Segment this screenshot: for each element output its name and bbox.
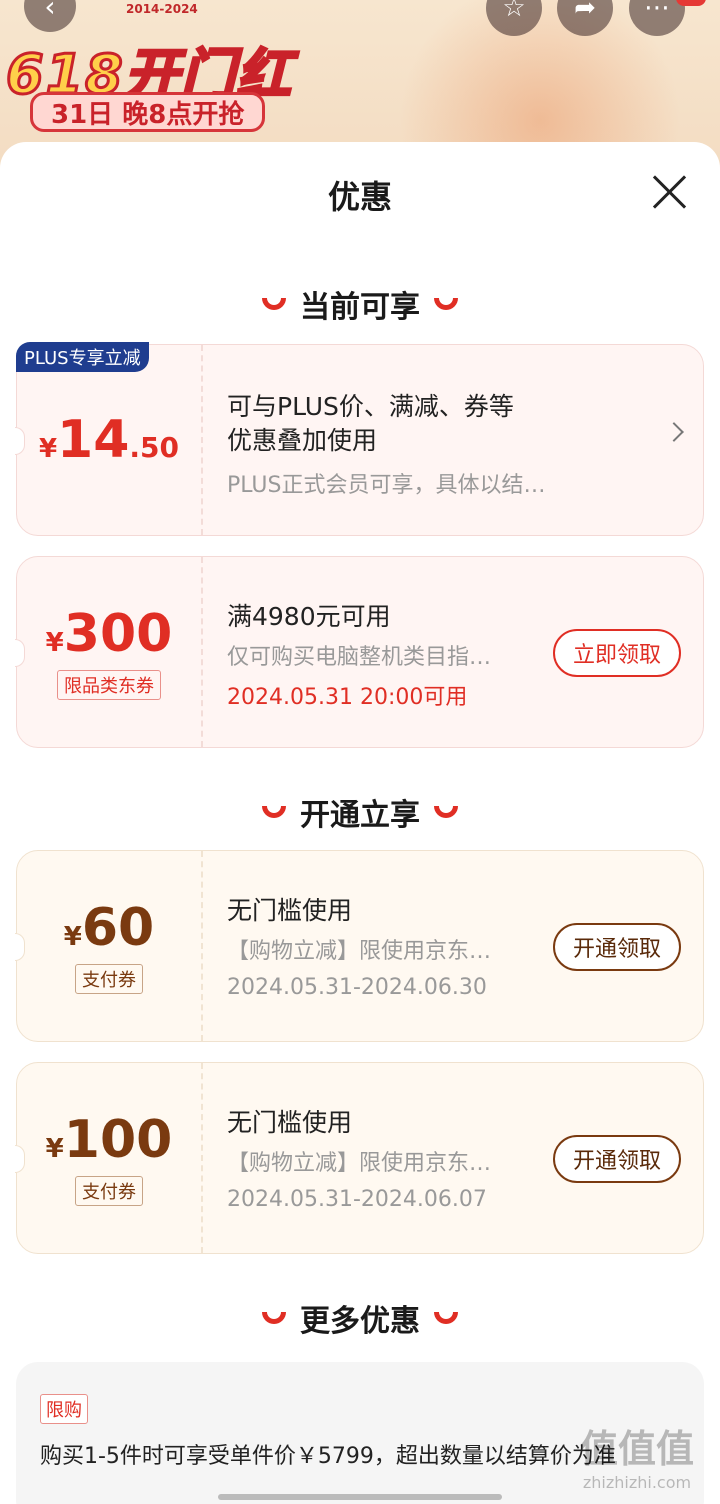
banner-years: 2014-2024 — [126, 2, 198, 16]
home-indicator — [218, 1494, 502, 1500]
coupon-condition: 满4980元可用 — [227, 602, 391, 631]
section-open-title: 开通立享 — [300, 798, 420, 833]
smile-icon — [262, 806, 286, 818]
more-icon: ⋯ — [644, 0, 670, 23]
coupon-amount: ¥300 限品类东券 — [17, 557, 201, 747]
banner-subtitle: 31日 晚8点开抢 — [30, 92, 266, 132]
yen-symbol: ¥ — [45, 628, 64, 658]
price-integer: 14 — [57, 410, 130, 470]
section-open: 开通立享 — [0, 790, 720, 834]
section-current-title: 当前可享 — [300, 290, 420, 325]
price-integer: 100 — [63, 1110, 173, 1170]
coupon-condition: 无门槛使用 — [227, 1108, 353, 1137]
discount-sheet: 优惠 当前可享 PLUS专享立减 ¥14.50 可与PLUS价、满减、券等 优惠… — [0, 142, 720, 1504]
coupon-divider — [201, 557, 203, 747]
coupon-type-tag: 限品类东券 — [57, 670, 161, 700]
activate-claim-button[interactable]: 开通领取 — [553, 923, 681, 971]
coupon-details: 无门槛使用 【购物立减】限使用京东… 2024.05.31-2024.06.30… — [227, 851, 687, 1041]
coupon-price: ¥100 — [46, 1110, 173, 1170]
price-integer: 60 — [81, 898, 155, 958]
watermark-logo: 值值值 — [580, 1427, 695, 1471]
coupon-scope: 【购物立减】限使用京东… — [227, 939, 492, 964]
coupon-divider — [201, 1063, 203, 1253]
smile-icon — [262, 1312, 286, 1324]
coupon-price: ¥300 — [46, 604, 173, 664]
coupon-price: ¥60 — [64, 898, 154, 958]
coupon-valid-dates: 2024.05.31-2024.06.07 — [227, 1187, 487, 1212]
coupon-condition: 无门槛使用 — [227, 896, 353, 925]
coupon-amount: ¥14.50 — [17, 345, 201, 535]
plus-badge: PLUS专享立减 — [16, 342, 149, 372]
section-current: 当前可享 — [0, 282, 720, 326]
yen-symbol: ¥ — [63, 922, 82, 952]
coupon-amount: ¥60 支付券 — [17, 851, 201, 1041]
watermark: 值值值 zhizhizhi.com — [580, 1418, 694, 1492]
coupon-valid-time: 2024.05.31 20:00可用 — [227, 685, 468, 710]
coupon-60: ¥60 支付券 无门槛使用 【购物立减】限使用京东… 2024.05.31-20… — [15, 850, 704, 1042]
coupon-valid-dates: 2024.05.31-2024.06.30 — [227, 975, 487, 1000]
chevron-right-icon[interactable] — [664, 422, 684, 442]
smile-icon — [434, 298, 458, 310]
coupon-price: ¥14.50 — [39, 410, 179, 470]
coupon-scope: 【购物立减】限使用京东… — [227, 1151, 492, 1176]
coupon-type-tag: 支付券 — [75, 1176, 143, 1206]
limit-description: 购买1-5件时可享受单件价￥5799，超出数量以结算价为准 — [40, 1444, 616, 1469]
yen-symbol: ¥ — [45, 1134, 64, 1164]
coupon-note: PLUS正式会员可享，具体以结… — [227, 473, 546, 498]
coupon-desc-line1: 可与PLUS价、满减、券等 — [227, 392, 514, 421]
section-more-title: 更多优惠 — [300, 1304, 420, 1339]
star-icon: ☆ — [502, 0, 526, 23]
coupon-amount: ¥100 支付券 — [17, 1063, 201, 1253]
claim-button[interactable]: 立即领取 — [553, 629, 681, 677]
coupon-divider — [201, 851, 203, 1041]
coupon-desc-line2: 优惠叠加使用 — [227, 426, 378, 455]
sheet-title: 优惠 — [327, 178, 392, 216]
limit-tag: 限购 — [40, 1394, 88, 1424]
coupon-plus[interactable]: ¥14.50 可与PLUS价、满减、券等 优惠叠加使用 PLUS正式会员可享，具… — [15, 344, 704, 536]
smile-icon — [262, 298, 286, 310]
coupon-100: ¥100 支付券 无门槛使用 【购物立减】限使用京东… 2024.05.31-2… — [15, 1062, 704, 1254]
coupon-300: ¥300 限品类东券 满4980元可用 仅可购买电脑整机类目指… 2024.05… — [15, 556, 704, 748]
back-icon: ‹ — [44, 0, 56, 23]
section-more: 更多优惠 — [0, 1296, 720, 1340]
watermark-url: zhizhizhi.com — [582, 1473, 692, 1492]
coupon-details: 可与PLUS价、满减、券等 优惠叠加使用 PLUS正式会员可享，具体以结… — [227, 345, 687, 535]
coupon-scope: 仅可购买电脑整机类目指… — [227, 645, 492, 670]
price-integer: 300 — [63, 604, 173, 664]
share-icon: ➦ — [574, 0, 596, 23]
smile-icon — [434, 806, 458, 818]
coupon-divider — [201, 345, 203, 535]
yen-symbol: ¥ — [38, 434, 58, 464]
coupon-details: 无门槛使用 【购物立减】限使用京东… 2024.05.31-2024.06.07… — [227, 1063, 687, 1253]
price-decimal: .50 — [129, 431, 180, 464]
close-icon[interactable] — [650, 172, 690, 212]
notification-dot — [676, 0, 706, 6]
coupon-details: 满4980元可用 仅可购买电脑整机类目指… 2024.05.31 20:00可用… — [227, 557, 687, 747]
coupon-type-tag: 支付券 — [75, 964, 143, 994]
smile-icon — [434, 1312, 458, 1324]
activate-claim-button[interactable]: 开通领取 — [553, 1135, 681, 1183]
